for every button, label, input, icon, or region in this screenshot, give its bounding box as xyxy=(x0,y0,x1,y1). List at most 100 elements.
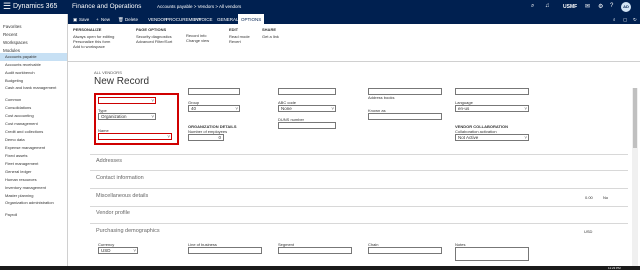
save-button[interactable]: Save xyxy=(79,17,89,22)
nav-item[interactable]: Inventory management xyxy=(0,184,67,192)
chevron-down-icon: ˅ xyxy=(133,248,136,253)
nav-modules[interactable]: Modules xyxy=(0,46,67,53)
attachment-icon[interactable]: ⌕ xyxy=(613,17,616,22)
new-button[interactable]: New xyxy=(101,17,110,22)
lob-input[interactable] xyxy=(188,247,262,254)
abc-value: None xyxy=(281,106,292,111)
taskbar: 11:23 PM xyxy=(0,266,640,270)
nav-recent[interactable]: Recent xyxy=(0,30,67,38)
language-value: en-us xyxy=(458,106,470,111)
scrollbar-thumb[interactable] xyxy=(633,88,637,148)
group-field: Group 40 ˅ xyxy=(188,100,240,112)
nav-item[interactable]: Cash and bank management xyxy=(0,85,67,96)
tab-invoice[interactable]: INVOICE xyxy=(194,17,213,22)
nav-item[interactable]: General ledger xyxy=(0,168,67,176)
advanced-filter-button[interactable]: Advanced Filter/Sort xyxy=(136,39,172,44)
nav-workspaces[interactable]: Workspaces xyxy=(0,38,67,46)
abc-select[interactable]: None ˅ xyxy=(278,105,336,112)
group-title: PERSONALIZE xyxy=(73,27,102,32)
collab-select[interactable]: Not Active ˅ xyxy=(455,134,529,141)
section-contact[interactable]: Contact information xyxy=(96,175,144,181)
nav-item[interactable]: Demo data xyxy=(0,136,67,144)
collab-field: VENDOR COLLABORATION Collaboration activ… xyxy=(455,124,529,141)
text-input[interactable] xyxy=(278,88,336,95)
gear-icon[interactable]: ⚙ xyxy=(598,3,603,10)
ribbon-group-record: Record info Change view xyxy=(186,33,209,44)
nav-item[interactable]: Audit workbench xyxy=(0,69,67,77)
text-input[interactable] xyxy=(188,88,240,95)
hamburger-icon[interactable]: ☰ xyxy=(3,1,11,12)
nav-item[interactable]: Expense management xyxy=(0,144,67,152)
nav-item[interactable]: Cost accounting xyxy=(0,112,67,120)
section-purchasing[interactable]: Purchasing demographics xyxy=(96,228,160,234)
tab-general[interactable]: GENERAL xyxy=(217,17,239,22)
search-icon[interactable]: ⌕ xyxy=(531,3,534,10)
nav-item[interactable]: Credit and collections xyxy=(0,128,67,136)
group-title: SHARE xyxy=(262,27,277,32)
new-icon[interactable]: + xyxy=(96,17,99,22)
nav-item[interactable]: Payroll xyxy=(0,211,67,219)
avatar[interactable]: AD xyxy=(621,2,631,12)
ribbon-group-page-options: PAGE OPTIONS Security diagnostics Advanc… xyxy=(136,27,172,44)
nav-item[interactable]: Accounts receivable xyxy=(0,61,67,69)
bell-icon[interactable]: ♫ xyxy=(545,3,550,9)
known-as-field: Known as xyxy=(368,108,442,120)
segment-input[interactable] xyxy=(278,247,352,254)
page-breadcrumb[interactable]: ALL VENDORS xyxy=(94,70,122,75)
breadcrumb[interactable]: Accounts payable > Vendors > All vendors xyxy=(157,4,241,9)
nav-item[interactable]: Common xyxy=(0,96,67,104)
purchasing-currency: USD xyxy=(584,229,593,234)
revert-button[interactable]: Revert xyxy=(229,39,250,44)
nav-item[interactable]: Master planning xyxy=(0,192,67,200)
chain-input[interactable] xyxy=(368,247,442,254)
get-link-button[interactable]: Get a link xyxy=(262,34,279,39)
language-select[interactable]: en-us ˅ xyxy=(455,105,529,112)
duns-field: DUNS number xyxy=(278,117,336,129)
nav-item-accounts-payable[interactable]: Accounts payable xyxy=(0,53,67,61)
delete-icon[interactable]: 🗑 xyxy=(118,17,124,23)
currency-field: Currency USD ˅ xyxy=(98,242,138,254)
currency-select[interactable]: USD ˅ xyxy=(98,247,138,254)
section-misc[interactable]: Miscellaneous details xyxy=(96,193,148,199)
help-icon[interactable]: ? xyxy=(610,3,613,9)
nav-item[interactable]: Budgeting xyxy=(0,77,67,85)
section-addresses[interactable]: Addresses xyxy=(96,158,122,164)
text-input[interactable] xyxy=(368,88,442,95)
nav-item[interactable]: Fleet management xyxy=(0,160,67,168)
navigation-pane: Favorites Recent Workspaces Modules Acco… xyxy=(0,14,68,270)
nav-favorites[interactable]: Favorites xyxy=(0,22,67,30)
ribbon-group-personalize: PERSONALIZE Always open for editing Pers… xyxy=(73,27,114,50)
company-picker[interactable]: USMF xyxy=(563,4,577,10)
text-input[interactable] xyxy=(455,88,529,95)
office-icon[interactable]: ▢ xyxy=(623,17,627,23)
delete-button[interactable]: Delete xyxy=(125,17,138,22)
known-as-input[interactable] xyxy=(368,113,442,120)
divider xyxy=(90,223,628,224)
duns-input[interactable] xyxy=(278,122,336,129)
chain-field: Chain xyxy=(368,242,442,254)
message-icon[interactable]: ✉ xyxy=(585,3,590,10)
employees-input[interactable]: 0 xyxy=(188,134,224,141)
nav-item[interactable]: Human resources xyxy=(0,176,67,184)
clock: 11:23 PM xyxy=(608,266,621,270)
app-brand[interactable]: Dynamics 365 xyxy=(13,3,57,10)
notes-input[interactable] xyxy=(455,247,529,261)
section-vendor-profile[interactable]: Vendor profile xyxy=(96,210,130,216)
add-to-workspace-button[interactable]: Add to workspace xyxy=(73,44,114,49)
nav-item[interactable]: Consolidations xyxy=(0,104,67,112)
module-title: Finance and Operations xyxy=(72,3,142,10)
address-books-field: Address books xyxy=(368,88,442,100)
save-icon[interactable]: ▣ xyxy=(73,17,77,23)
tab-vendor[interactable]: VENDOR xyxy=(148,17,167,22)
change-view-button[interactable]: Change view xyxy=(186,38,209,43)
divider xyxy=(90,154,628,155)
scrollbar[interactable] xyxy=(632,88,638,268)
tab-options[interactable]: OPTIONS xyxy=(238,14,265,24)
divider xyxy=(90,206,628,207)
nav-item[interactable]: Organization administration xyxy=(0,200,67,211)
nav-item[interactable]: Cost management xyxy=(0,120,67,128)
group-select[interactable]: 40 ˅ xyxy=(188,105,240,112)
group-title: EDIT xyxy=(229,27,239,32)
refresh-icon[interactable]: ↻ xyxy=(633,17,637,23)
nav-item[interactable]: Fixed assets xyxy=(0,152,67,160)
